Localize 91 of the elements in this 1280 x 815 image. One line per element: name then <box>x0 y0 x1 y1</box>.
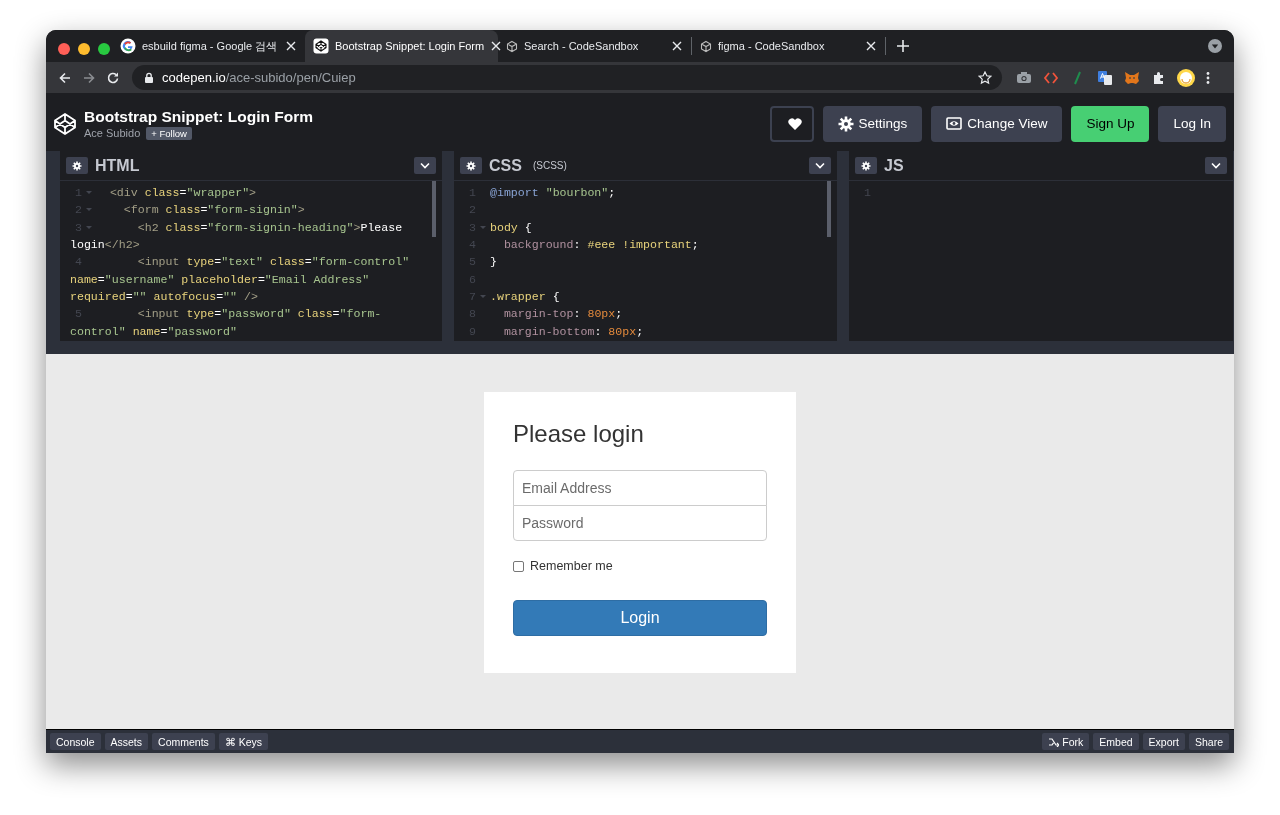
chevron-down-icon <box>1211 162 1221 169</box>
editor-title: JS <box>884 156 904 175</box>
code-line: body { <box>490 220 532 234</box>
tab-search-icon <box>1208 39 1222 53</box>
settings-button[interactable] <box>66 157 88 174</box>
footer-button[interactable]: Console <box>50 733 101 750</box>
code-line: required="" autofocus="" /> <box>70 289 258 303</box>
avatar-icon <box>1177 68 1195 87</box>
settings-button[interactable] <box>460 157 482 174</box>
code-line: } <box>490 255 497 269</box>
checkbox[interactable] <box>513 560 524 572</box>
footer-button[interactable]: Embed <box>1093 733 1139 750</box>
scrollbar-thumb[interactable] <box>432 181 436 237</box>
eye-icon <box>946 116 963 131</box>
forward-icon <box>82 70 96 85</box>
fork-icon <box>1048 736 1060 747</box>
code-line: <form class="form-signin"> <box>122 203 305 217</box>
google-icon <box>120 38 136 54</box>
footer-button[interactable]: Fork <box>1042 733 1090 750</box>
cube-icon <box>506 39 518 53</box>
chevron-down-icon <box>815 162 825 169</box>
checkbox-label: Remember me <box>530 559 613 573</box>
input-field[interactable]: Email Address <box>513 470 767 506</box>
collapse-button[interactable] <box>809 157 831 174</box>
editor-title: HTML <box>95 156 140 175</box>
footer-button[interactable]: Share <box>1188 733 1229 750</box>
browser-tab[interactable]: esbuild figma - Google 검색 <box>112 30 305 62</box>
gear-icon <box>72 160 82 171</box>
login-button[interactable]: Log In <box>1158 105 1226 142</box>
heart-icon <box>786 116 803 131</box>
address-bar[interactable]: codepen.io/ace-subido/pen/Cuiep <box>132 65 1002 90</box>
new-tab-icon <box>896 39 910 53</box>
minimize-window-button[interactable] <box>78 43 90 55</box>
zoom-window-button[interactable] <box>98 43 110 55</box>
code-line: login</h2> <box>70 238 140 252</box>
editor-title: CSS <box>489 156 522 175</box>
code-line: <input type="password" class="form- <box>136 307 382 321</box>
gear-icon <box>466 160 476 171</box>
menu-icon <box>1206 70 1210 85</box>
close-icon <box>671 40 683 52</box>
gear-icon <box>837 115 854 132</box>
close-icon <box>285 40 297 52</box>
browser-tab[interactable]: Bootstrap Snippet: Login Form <box>305 30 498 62</box>
collapse-button[interactable] <box>1205 157 1227 174</box>
pen-title: Bootstrap Snippet: Login Form <box>84 107 314 126</box>
code-line: margin-top: 80px; <box>502 307 623 321</box>
code-line: .wrapper { <box>490 289 560 303</box>
scrollbar-thumb[interactable] <box>827 181 831 237</box>
cube-icon <box>700 39 712 53</box>
code-line: margin-bottom: 80px; <box>502 324 644 338</box>
footer-button[interactable]: Comments <box>152 733 215 750</box>
code-line: <div class="wrapper"> <box>108 186 257 200</box>
close-window-button[interactable] <box>58 43 70 55</box>
code-line: <h2 class="form-signin-heading">Please <box>136 220 403 234</box>
reload-icon <box>106 70 120 85</box>
input-field[interactable]: Password <box>513 505 767 541</box>
code-line: <input type="text" class="form-control" <box>136 255 410 269</box>
editor-subtitle: (SCSS) <box>532 160 567 171</box>
codepen-logo-icon <box>53 111 77 136</box>
settings-button[interactable] <box>855 157 877 174</box>
fox-icon <box>1124 69 1140 86</box>
camera-icon <box>1016 70 1032 85</box>
settings-button[interactable]: Settings <box>822 105 923 142</box>
back-icon <box>58 70 72 85</box>
translate-icon <box>1097 69 1113 86</box>
login-button[interactable]: Login <box>513 600 767 636</box>
follow-button[interactable]: + Follow <box>146 126 192 140</box>
cube-icon <box>313 38 329 54</box>
chevron-down-icon <box>420 162 430 169</box>
star-icon <box>978 70 992 85</box>
puzzle-icon <box>1151 70 1166 85</box>
browser-tab[interactable]: Search - CodeSandbox <box>498 30 691 62</box>
browser-tab[interactable]: figma - CodeSandbox <box>692 30 885 62</box>
footer-button[interactable]: ⌘ Keys <box>218 733 269 750</box>
url-text: codepen.io/ace-subido/pen/Cuiep <box>162 70 357 85</box>
collapse-button[interactable] <box>414 157 436 174</box>
close-icon <box>490 40 503 52</box>
view-button[interactable]: Change View <box>931 105 1063 142</box>
signup-button[interactable]: Sign Up <box>1071 105 1150 142</box>
form-heading: Please login <box>513 420 645 448</box>
footer-button[interactable]: Assets <box>104 733 149 750</box>
gear-icon <box>861 160 871 171</box>
code-line: control" name="password" <box>70 324 237 338</box>
code-line: @import "bourbon"; <box>490 186 616 200</box>
code-line: background: #eee !important; <box>502 238 699 252</box>
lock-icon <box>144 71 154 84</box>
close-icon <box>865 40 877 52</box>
footer-button[interactable]: Export <box>1142 733 1185 750</box>
code-line: name="username" placeholder="Email Address" <box>70 272 370 286</box>
author-link[interactable]: Ace Subido <box>84 127 141 139</box>
like-button[interactable] <box>769 105 814 142</box>
